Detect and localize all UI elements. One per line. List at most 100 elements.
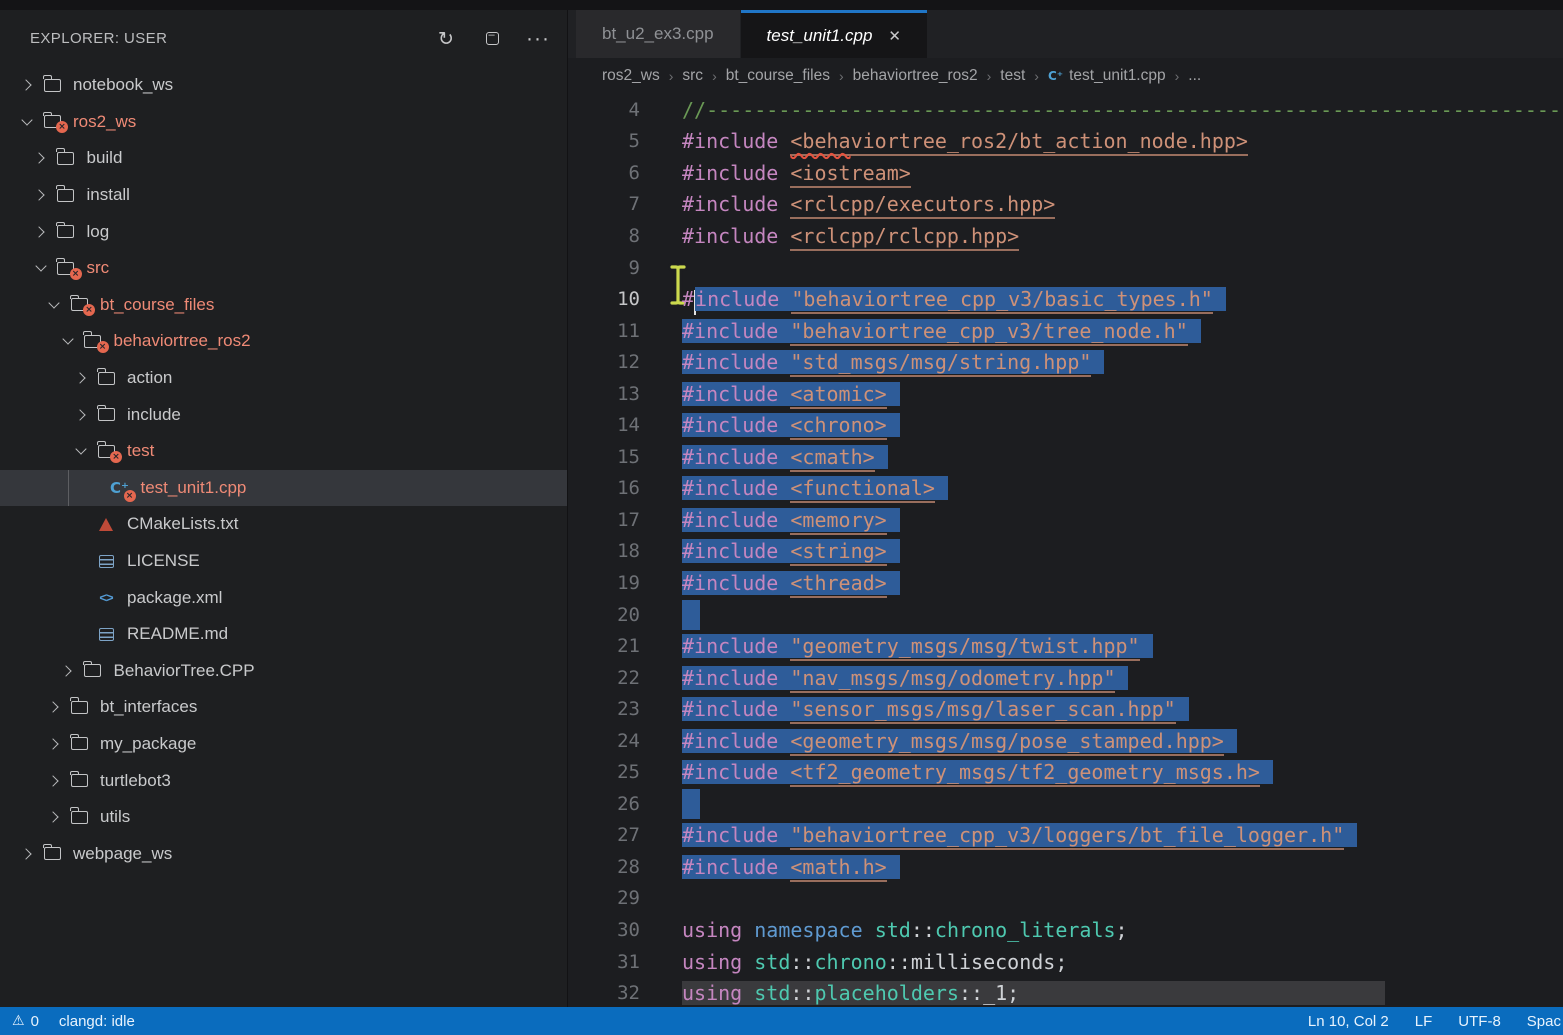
tree-item-license[interactable]: LICENSE [0,543,567,580]
explorer-title: EXPLORER: USER [30,30,167,47]
code-line-16[interactable]: 16#include <functional> [568,473,1563,505]
code-token: <atomic> [790,382,886,409]
code-line-5[interactable]: 5#include <behaviortree_ros2/bt_action_n… [568,126,1563,158]
folder-icon [40,847,64,860]
code-token: using [682,981,742,1005]
status-text: Ln 10, Col 2 [1308,1013,1389,1030]
refresh-explorer-icon[interactable]: ↻ [435,28,457,50]
tree-item-action[interactable]: action [0,360,567,397]
breadcrumb-item[interactable]: src [682,67,703,85]
more-actions-icon[interactable]: ··· [527,28,549,50]
tree-item-src[interactable]: ×src [0,250,567,287]
tree-item-test[interactable]: ×test [0,433,567,470]
tree-item-test-unit1-cpp[interactable]: C⁺×test_unit1.cpp [0,470,567,507]
tree-item-behaviortree-ros2[interactable]: ×behaviortree_ros2 [0,323,567,360]
status-eol-sequence[interactable]: LF [1415,1013,1433,1030]
code-token [863,918,875,942]
breadcrumb-item[interactable]: C⁺test_unit1.cpp [1048,67,1166,85]
code-line-18[interactable]: 18#include <string> [568,536,1563,568]
code-line-17[interactable]: 17#include <memory> [568,504,1563,536]
breadcrumb-item[interactable]: behaviortree_ros2 [853,67,978,85]
line-number: 21 [568,635,640,657]
tree-item-package-xml[interactable]: <>package.xml [0,579,567,616]
code-line-30[interactable]: 30using namespace std::chrono_literals; [568,914,1563,946]
tree-item-notebook-ws[interactable]: notebook_ws [0,67,567,104]
code-line-14[interactable]: 14#include <chrono> [568,409,1563,441]
chevron-right-icon [41,813,67,821]
tree-item-install[interactable]: install [0,177,567,214]
line-number: 23 [568,698,640,720]
tree-item-behaviortree-cpp[interactable]: BehaviorTree.CPP [0,653,567,690]
code-line-20[interactable]: 20 [568,599,1563,631]
status-clangd-status[interactable]: clangd: idle [59,1013,135,1030]
tab-bt-u2-ex3-cpp[interactable]: bt_u2_ex3.cpp [576,10,740,58]
tree-item-build[interactable]: build [0,140,567,177]
status-problems[interactable]: ⚠0 [12,1013,39,1030]
folder-icon [40,79,64,92]
code-token: namespace [754,918,862,942]
breadcrumb-item[interactable]: test [1000,67,1025,85]
code-line-28[interactable]: 28#include <math.h> [568,851,1563,883]
code-line-22[interactable]: 22#include "nav_msgs/msg/odometry.hpp" [568,662,1563,694]
code-line-25[interactable]: 25#include <tf2_geometry_msgs/tf2_geomet… [568,756,1563,788]
selection-range: #include <atomic> [682,382,900,406]
line-number: 10 [568,288,640,310]
line-number: 29 [568,887,640,909]
code-line-27[interactable]: 27#include "behaviortree_cpp_v3/loggers/… [568,820,1563,852]
breadcrumb-separator-icon: › [839,68,844,84]
code-line-9[interactable]: 9 [568,252,1563,284]
tab-test-unit1-cpp[interactable]: test_unit1.cpp ✕ [741,10,927,58]
code-line-23[interactable]: 23#include "sensor_msgs/msg/laser_scan.h… [568,693,1563,725]
code-line-31[interactable]: 31using std::chrono::milliseconds; [568,946,1563,978]
code-line-32[interactable]: 32using std::placeholders::_1; [568,977,1563,1007]
breadcrumb-item[interactable]: ... [1188,67,1201,85]
tree-item-utils[interactable]: utils [0,799,567,836]
collapse-folders-icon[interactable] [481,28,503,50]
selection-range: #include "behaviortree_cpp_v3/loggers/bt… [682,823,1357,847]
tree-item-log[interactable]: log [0,213,567,250]
status-indentation[interactable]: Spac [1527,1013,1561,1030]
tree-item-turtlebot3[interactable]: turtlebot3 [0,762,567,799]
code-line-12[interactable]: 12#include "std_msgs/msg/string.hpp" [568,346,1563,378]
code-token: :: [790,950,814,974]
tree-item-readme-md[interactable]: README.md [0,616,567,653]
tree-item-cmakelists-txt[interactable]: CMakeLists.txt [0,506,567,543]
code-line-19[interactable]: 19#include <thread> [568,567,1563,599]
code-line-6[interactable]: 6#include <iostream> [568,157,1563,189]
code-editor[interactable]: 4//-------------------------------------… [568,94,1563,1007]
tree-item-include[interactable]: include [0,396,567,433]
tree-item-my-package[interactable]: my_package [0,726,567,763]
chevron-down-icon [55,339,81,343]
line-number: 26 [568,793,640,815]
code-line-24[interactable]: 24#include <geometry_msgs/msg/pose_stamp… [568,725,1563,757]
code-line-29[interactable]: 29 [568,883,1563,915]
code-token: #include [682,697,778,721]
code-line-15[interactable]: 15#include <cmath> [568,441,1563,473]
code-line-8[interactable]: 8#include <rclcpp/rclcpp.hpp> [568,220,1563,252]
code-token: <tf2_geometry_msgs/tf2_geometry_msgs.h> [790,760,1260,787]
code-token: "behaviortree_cpp_v3/loggers/bt_file_log… [790,823,1344,850]
status-encoding[interactable]: UTF-8 [1458,1013,1501,1030]
code-line-11[interactable]: 11#include "behaviortree_cpp_v3/tree_nod… [568,315,1563,347]
code-token [778,571,790,595]
tree-item-bt-interfaces[interactable]: bt_interfaces [0,689,567,726]
tree-item-bt-course-files[interactable]: ×bt_course_files [0,287,567,324]
code-token: ; [1116,918,1128,942]
code-token: <functional> [790,476,935,503]
breadcrumb-item[interactable]: ros2_ws [602,67,660,85]
close-tab-icon[interactable]: ✕ [888,27,901,45]
code-line-26[interactable]: 26 [568,788,1563,820]
selection-newline-chip [682,789,700,819]
breadcrumb-item[interactable]: bt_course_files [726,67,830,85]
tree-item-webpage-ws[interactable]: webpage_ws [0,835,567,872]
tab-label: test_unit1.cpp [767,26,873,46]
status-cursor-position[interactable]: Ln 10, Col 2 [1308,1013,1389,1030]
tree-item-ros2-ws[interactable]: ×ros2_ws [0,104,567,141]
line-number: 7 [568,193,640,215]
tree-item-label: test_unit1.cpp [141,478,247,498]
code-line-4[interactable]: 4//-------------------------------------… [568,94,1563,126]
code-line-7[interactable]: 7#include <rclcpp/executors.hpp> [568,189,1563,221]
code-line-13[interactable]: 13#include <atomic> [568,378,1563,410]
code-line-10[interactable]: 10#include "behaviortree_cpp_v3/basic_ty… [568,283,1563,315]
code-line-21[interactable]: 21#include "geometry_msgs/msg/twist.hpp" [568,630,1563,662]
